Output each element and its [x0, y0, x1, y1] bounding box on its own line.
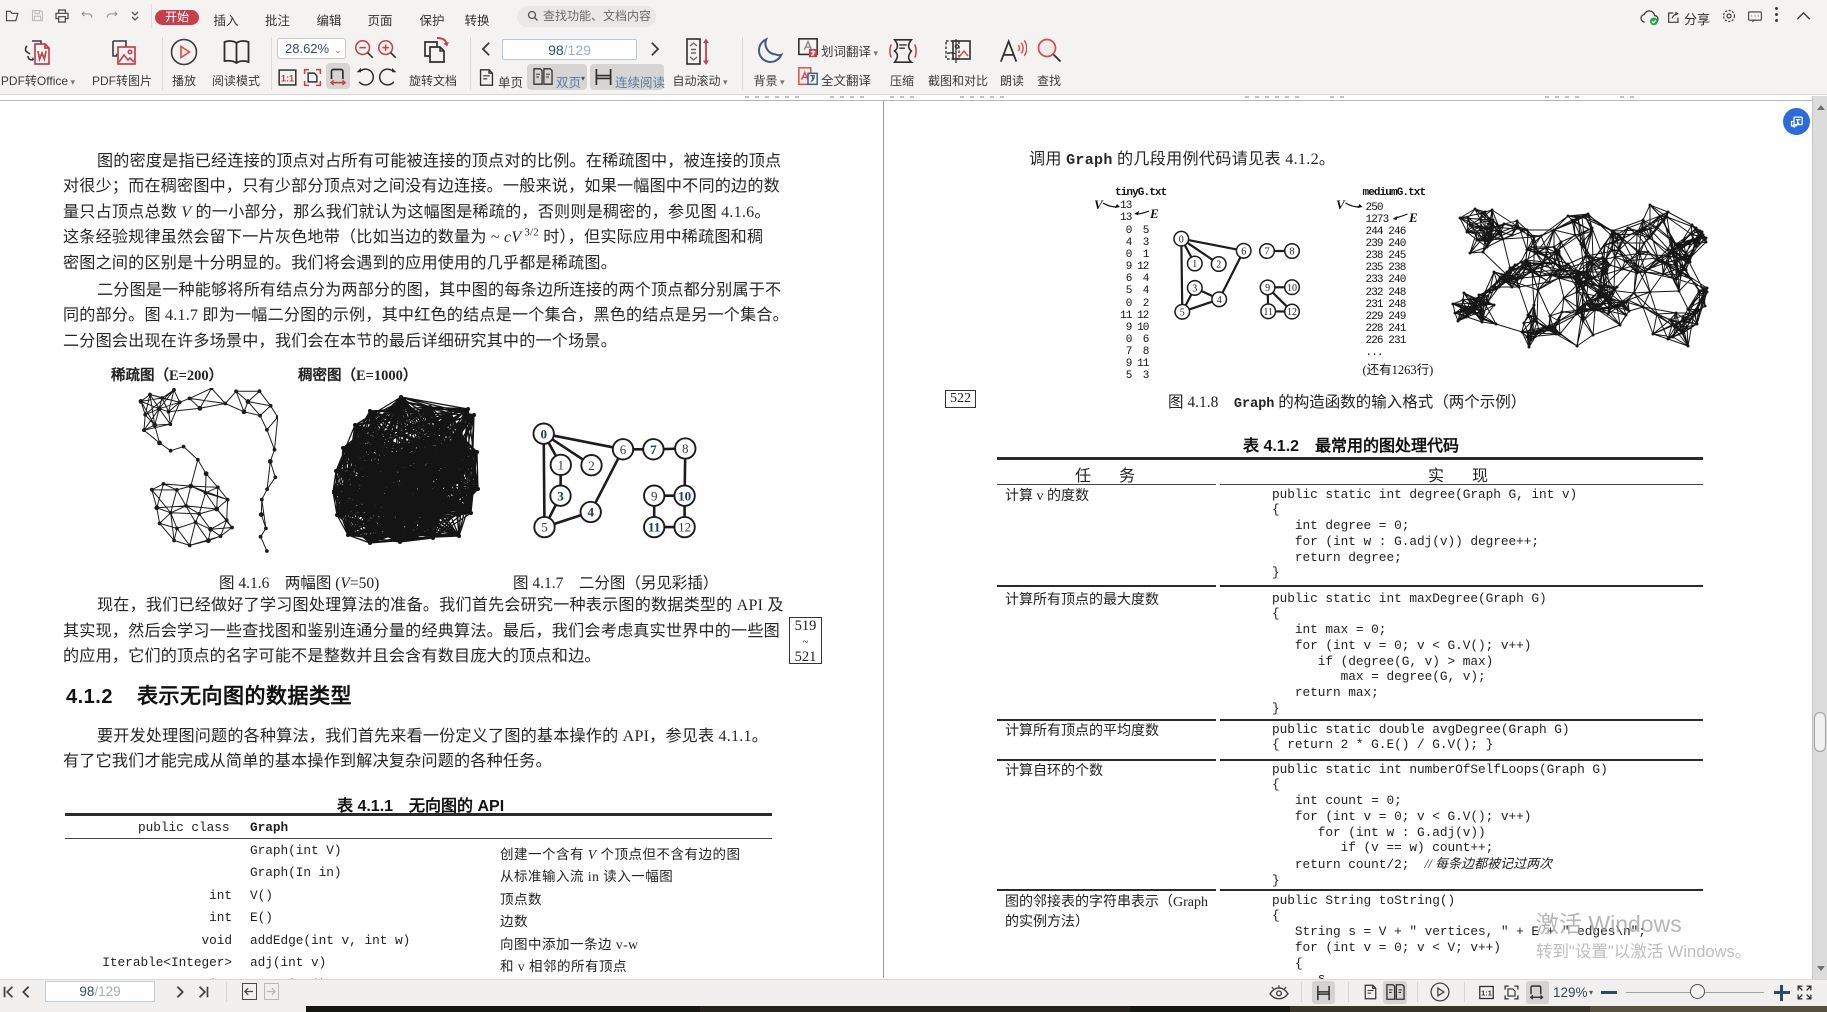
- svg-text:1: 1: [558, 458, 565, 473]
- svg-text:3: 3: [1192, 284, 1197, 295]
- svg-text:9: 9: [651, 488, 658, 503]
- svg-text:4: 4: [587, 505, 594, 520]
- svg-text:12: 12: [1287, 307, 1297, 318]
- svg-text:8: 8: [682, 441, 689, 456]
- svg-text:9: 9: [1265, 283, 1270, 294]
- svg-text:3: 3: [557, 488, 564, 503]
- svg-text:10: 10: [678, 488, 691, 503]
- svg-text:6: 6: [1241, 246, 1246, 257]
- svg-text:7: 7: [650, 442, 657, 457]
- svg-text:0: 0: [540, 426, 547, 441]
- svg-text:12: 12: [678, 520, 691, 535]
- svg-text:11: 11: [648, 520, 660, 535]
- svg-text:2: 2: [588, 458, 595, 473]
- svg-text:1:1: 1:1: [281, 73, 294, 83]
- svg-text:7: 7: [1265, 247, 1270, 258]
- svg-text:8: 8: [1290, 247, 1295, 258]
- svg-text:10: 10: [1287, 283, 1297, 294]
- svg-text:0: 0: [1179, 234, 1184, 245]
- svg-text:2: 2: [1216, 260, 1221, 271]
- svg-text:6: 6: [620, 442, 627, 457]
- svg-text:1: 1: [1192, 259, 1197, 270]
- svg-text:4: 4: [1217, 295, 1222, 306]
- svg-text:5: 5: [1180, 307, 1185, 318]
- svg-text:5: 5: [541, 520, 548, 535]
- svg-text:1:1: 1:1: [1481, 989, 1492, 998]
- svg-text:11: 11: [1263, 307, 1273, 318]
